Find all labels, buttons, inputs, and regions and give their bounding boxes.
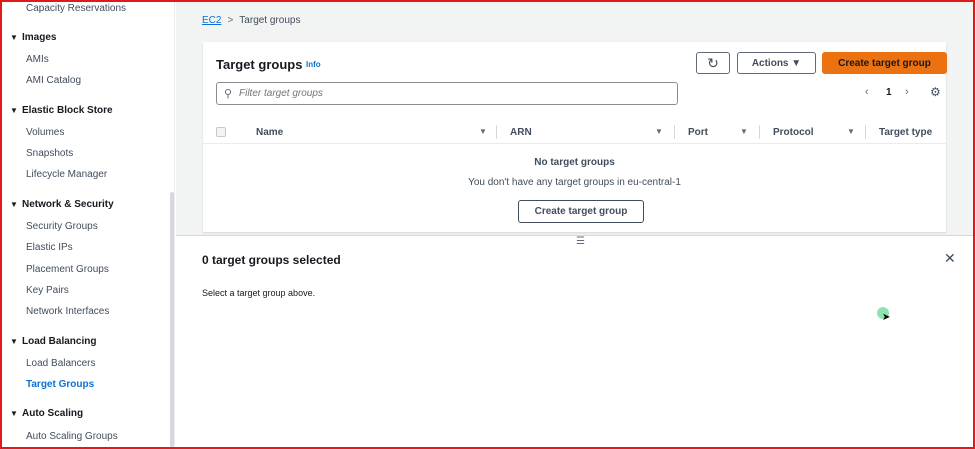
sidebar-section-network-security[interactable]: ▼ Network & Security [10,199,114,210]
create-target-group-empty-button[interactable]: Create target group [518,200,644,223]
column-header-name[interactable]: Name [256,127,283,138]
sidebar-section-ebs[interactable]: ▼ Elastic Block Store [10,105,113,116]
section-label: Images [22,32,57,43]
select-all-checkbox[interactable] [216,127,226,137]
column-divider[interactable] [865,125,866,139]
section-label: Auto Scaling [22,408,84,419]
sidebar-item-snapshots[interactable]: Snapshots [26,148,73,159]
split-panel: 0 target groups selected Select a target… [176,235,973,447]
section-label: Elastic Block Store [22,105,113,116]
previous-page-icon[interactable]: ‹ [865,86,869,98]
page-number[interactable]: 1 [886,87,892,98]
caret-down-icon: ▼ [10,106,18,115]
breadcrumb-ec2-link[interactable]: EC2 [202,15,221,26]
caret-down-icon: ▼ [10,409,18,418]
sidebar-item-key-pairs[interactable]: Key Pairs [26,285,69,296]
breadcrumb: EC2 > Target groups [202,15,300,26]
caret-down-icon: ▼ [10,33,18,42]
sidebar-item-placement-groups[interactable]: Placement Groups [26,264,109,275]
sort-icon[interactable]: ▼ [479,127,487,136]
sidebar-scrollbar[interactable] [170,192,174,447]
sidebar-item-volumes[interactable]: Volumes [26,127,64,138]
sidebar: Capacity Reservations ▼ Images AMIs AMI C… [2,2,175,447]
gear-icon[interactable]: ⚙ [930,85,941,99]
main-content: EC2 > Target groups Target groups Info ↻ A… [176,2,973,447]
column-header-protocol[interactable]: Protocol [773,127,814,138]
empty-state-text: You don't have any target groups in eu-c… [468,177,681,188]
sidebar-item-lifecycle-manager[interactable]: Lifecycle Manager [26,169,107,180]
breadcrumb-separator-icon: > [227,15,234,26]
sidebar-item-elastic-ips[interactable]: Elastic IPs [26,242,73,253]
column-divider[interactable] [759,125,760,139]
table-header: Name ▼ ARN ▼ Port ▼ Protocol ▼ Target ty… [203,120,946,144]
sidebar-item-load-balancers[interactable]: Load Balancers [26,358,96,369]
split-panel-text: Select a target group above. [202,288,316,298]
caret-down-icon: ▼ [10,337,18,346]
actions-dropdown[interactable]: Actions ▼ [737,52,816,74]
target-groups-panel: Target groups Info ↻ Actions ▼ Create ta… [203,42,947,232]
refresh-icon: ↻ [707,54,719,71]
sidebar-item-auto-scaling-groups[interactable]: Auto Scaling Groups [26,431,118,442]
page-title: Target groups [216,57,303,72]
sort-icon[interactable]: ▼ [847,127,855,136]
column-header-target-type[interactable]: Target type [879,127,932,138]
sidebar-item-network-interfaces[interactable]: Network Interfaces [26,306,109,317]
next-page-icon[interactable]: › [905,86,909,98]
column-divider[interactable] [496,125,497,139]
column-header-port[interactable]: Port [688,127,708,138]
sidebar-section-load-balancing[interactable]: ▼ Load Balancing [10,336,96,347]
info-link[interactable]: Info [306,60,321,69]
sidebar-section-images[interactable]: ▼ Images [10,32,56,43]
column-divider[interactable] [674,125,675,139]
refresh-button[interactable]: ↻ [696,52,730,74]
sidebar-item-ami-catalog[interactable]: AMI Catalog [26,75,81,86]
breadcrumb-current: Target groups [239,15,301,26]
search-icon: ⚲ [224,88,233,100]
sort-icon[interactable]: ▼ [655,127,663,136]
search-field[interactable]: ⚲ [216,82,678,105]
split-panel-resize-handle[interactable]: ☰ [576,236,585,247]
section-label: Load Balancing [22,336,97,347]
empty-state-title: No target groups [534,157,615,168]
search-input[interactable] [239,86,669,101]
close-icon[interactable]: ✕ [944,250,956,267]
sidebar-item-amis[interactable]: AMIs [26,54,49,65]
mouse-pointer-icon: ➤ [882,312,891,323]
caret-down-icon: ▼ [10,200,18,209]
column-header-arn[interactable]: ARN [510,127,532,138]
split-panel-title: 0 target groups selected [202,253,341,267]
sidebar-item-capacity-reservations[interactable]: Capacity Reservations [26,3,126,14]
create-target-group-button[interactable]: Create target group [822,52,947,74]
sidebar-item-security-groups[interactable]: Security Groups [26,221,98,232]
sort-icon[interactable]: ▼ [740,127,748,136]
sidebar-item-target-groups[interactable]: Target Groups [26,379,94,390]
sidebar-section-auto-scaling[interactable]: ▼ Auto Scaling [10,408,83,419]
section-label: Network & Security [22,199,114,210]
